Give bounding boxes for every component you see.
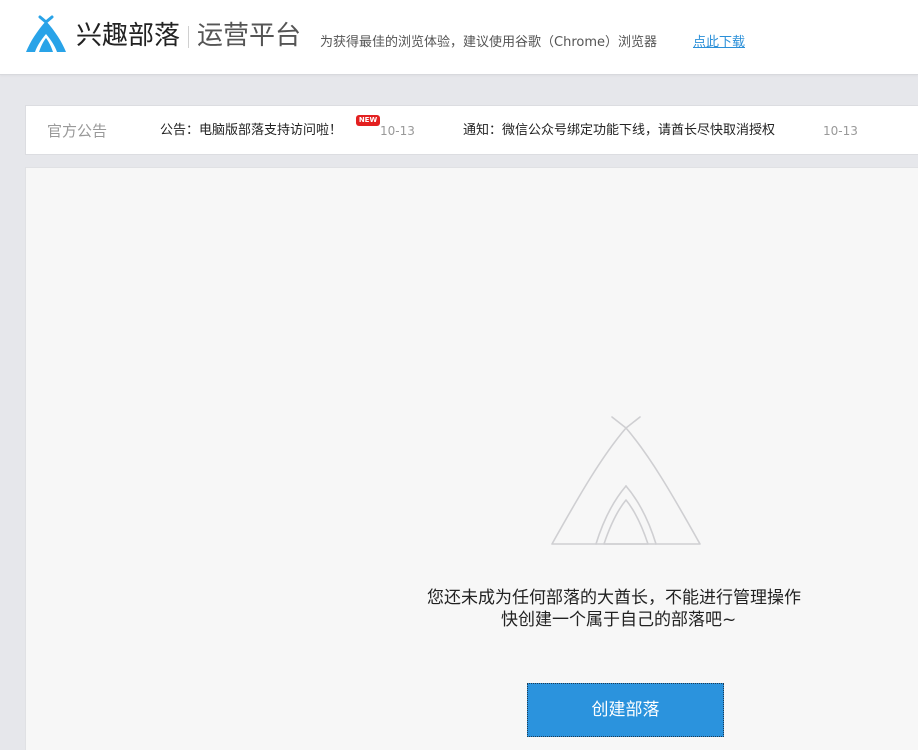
create-tribe-button[interactable]: 创建部落 [527, 683, 724, 737]
announcement-item[interactable]: 通知：微信公众号绑定功能下线，请酋长尽快取消授权 [463, 122, 775, 140]
empty-state-line2: 快创建一个属于自己的部落吧~ [501, 610, 737, 630]
tent-placeholder-icon [551, 416, 701, 545]
announcement-item[interactable]: 公告：电脑版部落支持访问啦！ [160, 122, 342, 140]
top-header: 兴趣部落 运营平台 为获得最佳的浏览体验，建议使用谷歌（Chrome）浏览器 点… [0, 0, 918, 75]
empty-state-line1: 您还未成为任何部落的大酋长，不能进行管理操作 [427, 588, 801, 608]
platform-title: 运营平台 [197, 21, 302, 51]
brand-title: 兴趣部落 [76, 21, 181, 51]
download-link[interactable]: 点此下载 [693, 34, 745, 52]
announcement-bar: 官方公告 公告：电脑版部落支持访问啦！ NEW 10-13 通知：微信公众号绑定… [25, 105, 918, 155]
browser-tip: 为获得最佳的浏览体验，建议使用谷歌（Chrome）浏览器 [320, 35, 657, 50]
announcement-label: 官方公告 [47, 122, 108, 140]
new-badge: NEW [356, 115, 380, 126]
main-content-panel: 您还未成为任何部落的大酋长，不能进行管理操作 快创建一个属于自己的部落吧~ 创建… [25, 167, 918, 750]
announcement-date: 10-13 [380, 124, 415, 138]
header-divider [188, 26, 189, 48]
announcement-date: 10-13 [823, 124, 858, 138]
tribe-logo-icon[interactable] [25, 15, 67, 53]
